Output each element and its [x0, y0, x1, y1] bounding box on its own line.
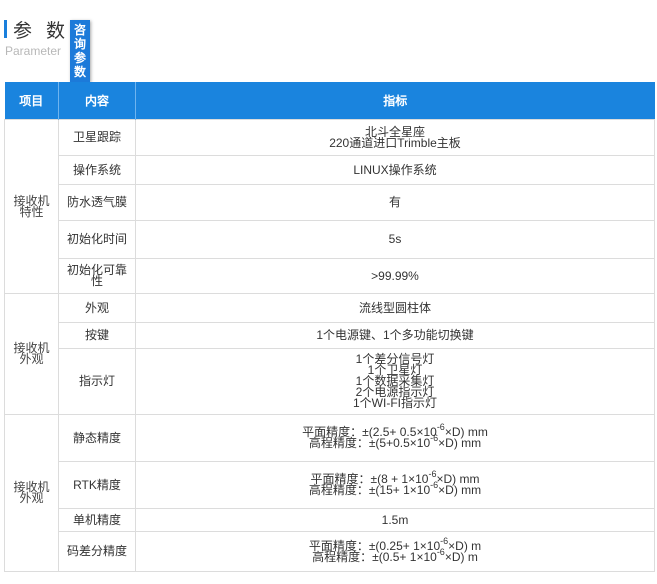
exponent: -6	[430, 433, 439, 443]
table-row: 接收机外观 外观 流线型圆柱体	[4, 293, 655, 415]
table-row: RTK精度 平面精度：±(8 + 1×10-6×D) mm 高程精度：±(15+ 1…	[5, 461, 655, 509]
spec-cell: 流线型圆柱体	[135, 293, 655, 323]
content-cell: 按键	[58, 322, 136, 349]
content-cell: 码差分精度	[58, 531, 136, 572]
spec-cell: 平面精度：±(8 + 1×10-6×D) mm 高程精度：±(15+ 1×10-6…	[135, 461, 655, 509]
content-cell: 操作系统	[58, 155, 136, 185]
spec-value: 1个WI-FI指示灯	[353, 396, 437, 410]
content-cell: 防水透气膜	[58, 184, 136, 221]
page-title: 参 数	[13, 20, 70, 42]
table-row: 初始化可靠性 >99.99%	[5, 258, 655, 294]
column-header-item: 项目	[4, 82, 59, 120]
heading-accent-bar	[4, 20, 7, 38]
table-row: 按键 1个电源键、1个多功能切换键	[5, 322, 655, 349]
spec-cell: LINUX操作系统	[135, 155, 655, 185]
column-header-spec: 指标	[135, 82, 655, 120]
spec-value: 1.5m	[381, 512, 409, 527]
table-body: 接收机特性 卫星跟踪 北斗全星座 220通道进口Trimble主板 操作系统 LINUX操…	[4, 119, 655, 572]
content-cell: 外观	[58, 293, 136, 323]
table-row: 码差分精度 平面精度：±(0.25+ 1×10-6×D) m 高程精度：±(0.5+…	[5, 531, 655, 572]
table-row: 初始化时间 5s	[5, 220, 655, 259]
spec-cell: 5s	[135, 220, 655, 259]
table-row: 指示灯 1个差分信号灯 1个卫星灯 1个数据采集灯 2个电源指示灯 1个WI-FI指示灯	[5, 348, 655, 415]
group-label: 接收机特性	[4, 119, 59, 294]
spec-cell: 1个电源键、1个多功能切换键	[135, 322, 655, 349]
spec-cell: 平面精度：±(2.5+ 0.5×10-6×D) mm 高程精度：±(5+0.5×1…	[135, 414, 655, 462]
content-cell: 指示灯	[58, 348, 136, 415]
table-header-row: 项目 内容 指标	[4, 82, 655, 120]
column-header-content: 内容	[58, 82, 136, 120]
spec-value: >99.99%	[371, 268, 419, 283]
parameter-table: 项目 内容 指标 接收机特性 卫星跟踪 北斗全星座 220通道进口Trimble主板操…	[4, 82, 655, 572]
spec-cell: 有	[135, 184, 655, 221]
spec-value: 5s	[388, 232, 402, 246]
group-label: 接收机外观	[4, 414, 59, 572]
spec-cell: 北斗全星座 220通道进口Trimble主板	[135, 119, 655, 156]
content-cell: 单机精度	[58, 508, 136, 532]
spec-value: 流线型圆柱体	[358, 300, 431, 315]
table-row: 单机精度 1.5m	[5, 508, 655, 532]
spec-value: 高程精度：±(0.5+ 1×10-6×D) m	[312, 546, 478, 564]
spec-value: LINUX操作系统	[353, 162, 437, 177]
spec-cell: 1个差分信号灯 1个卫星灯 1个数据采集灯 2个电源指示灯 1个WI-FI指示灯	[135, 348, 655, 415]
table-row: 接收机特性 卫星跟踪 北斗全星座 220通道进口Trimble主板	[4, 119, 655, 294]
spec-cell: >99.99%	[135, 258, 655, 294]
table-row: 防水透气膜 有	[5, 184, 655, 221]
spec-cell: 平面精度：±(0.25+ 1×10-6×D) m 高程精度：±(0.5+ 1×10…	[135, 531, 655, 572]
spec-value: 高程精度：±(5+0.5×10-6×D) mm	[308, 433, 482, 450]
exponent: -6	[430, 480, 439, 490]
spec-value: 220通道进口Trimble主板	[329, 135, 461, 150]
table-row: 操作系统 LINUX操作系统	[5, 155, 655, 185]
exponent: -6	[440, 535, 449, 546]
exponent: -6	[436, 546, 445, 557]
spec-value: 1个电源键、1个多功能切换键	[316, 328, 474, 342]
table-row: 接收机外观 静态精度 平面精度：±(2.5+ 0.5×10-6×D) mm 高程精度：…	[4, 414, 655, 572]
consult-params-button[interactable]: 咨询参数	[70, 20, 91, 82]
page-subtitle: Parameter	[5, 44, 62, 58]
spec-value: 高程精度：±(15+ 1×10-6×D) mm	[308, 480, 482, 497]
spec-value: 有	[388, 195, 401, 209]
content-cell: 初始化可靠性	[58, 258, 136, 294]
exponent: -6	[436, 422, 445, 432]
content-cell: 卫星跟踪	[58, 119, 136, 156]
group-label: 接收机外观	[4, 293, 59, 415]
content-cell: RTK精度	[58, 461, 136, 509]
exponent: -6	[428, 469, 437, 479]
spec-cell: 1.5m	[135, 508, 655, 532]
content-cell: 静态精度	[58, 414, 136, 462]
content-cell: 初始化时间	[58, 220, 136, 259]
